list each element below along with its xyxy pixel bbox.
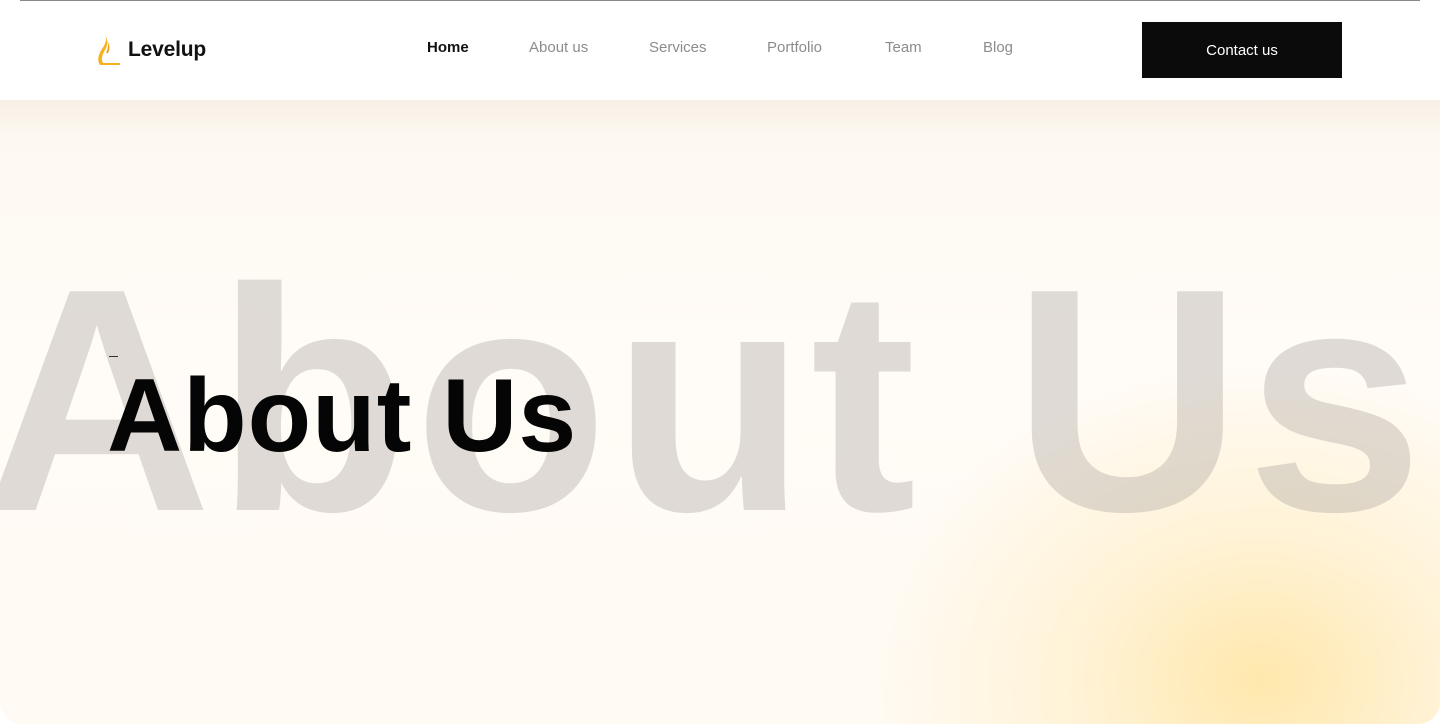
nav-item-about-us[interactable]: About us	[529, 39, 588, 56]
nav-item-blog[interactable]: Blog	[983, 39, 1013, 56]
nav-item-team[interactable]: Team	[885, 39, 922, 56]
levelup-logo-icon	[98, 35, 120, 65]
brand-name: Levelup	[128, 38, 206, 61]
header-top-border	[20, 0, 1420, 1]
page-title: About Us	[107, 358, 578, 474]
contact-us-button[interactable]: Contact us	[1142, 22, 1342, 78]
nav-item-portfolio[interactable]: Portfolio	[767, 39, 822, 56]
hero-eyebrow-dash	[109, 356, 118, 357]
hero-top-shade	[0, 100, 1440, 140]
hero-section: About Us About Us	[0, 100, 1440, 724]
nav-item-services[interactable]: Services	[649, 39, 707, 56]
site-header: Levelup Home About us Services Portfolio…	[0, 0, 1440, 100]
brand-link[interactable]: Levelup	[96, 33, 206, 67]
nav-item-home[interactable]: Home	[427, 39, 469, 56]
